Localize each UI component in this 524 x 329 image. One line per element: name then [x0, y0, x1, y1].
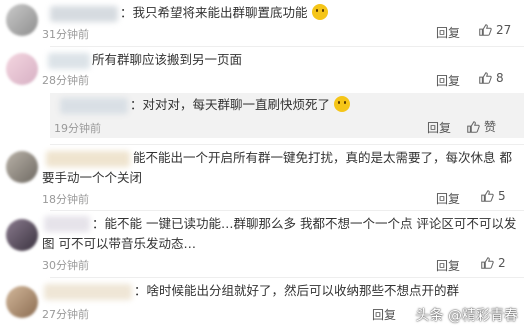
like-button[interactable]: 5 — [480, 189, 506, 203]
username[interactable] — [44, 284, 132, 300]
comment-text: 所有群聊应该搬到另一页面 — [92, 52, 243, 67]
comment-item: 所有群聊应该搬到另一页面 28分钟前 回复 8 — [0, 47, 524, 95]
like-count: 2 — [498, 256, 506, 270]
thumb-up-icon — [479, 24, 492, 36]
reply-button[interactable]: 回复 — [436, 190, 460, 207]
smile-emoji-icon — [311, 4, 328, 20]
comment-text: ：啥时候能出分组就好了，然后可以收纳那些不想点开的群 — [134, 283, 460, 298]
comment-text-line2: 图 可不可以带音乐发动态… — [42, 236, 196, 251]
laugh-cry-emoji-icon — [334, 96, 351, 112]
like-label: 赞 — [484, 120, 497, 134]
comment-item: ：能不能 一键已读功能…群聊那么多 我都不想一个一个点 评论区可不可以发 图 可… — [0, 211, 524, 275]
username[interactable] — [48, 53, 90, 69]
avatar[interactable] — [6, 286, 38, 318]
sub-reply: ：对对对，每天群聊一直刷快烦死了 19分钟前 回复 赞 — [50, 93, 524, 138]
comment-time: 31分钟前 — [42, 28, 89, 41]
comment-text-line1: 能不能出一个开启所有群一键免打扰，真的是太需要了，每次休息 都 — [133, 150, 512, 165]
reply-button[interactable]: 回复 — [436, 257, 460, 274]
like-count: 5 — [498, 189, 506, 203]
thumb-up-icon — [481, 257, 494, 269]
avatar[interactable] — [6, 4, 38, 36]
reply-button[interactable]: 回复 — [427, 119, 451, 136]
watermark: 头条 @精彩青春 — [415, 308, 518, 324]
comment-time: 27分钟前 — [42, 308, 89, 321]
comment-text-line1: ：能不能 一键已读功能…群聊那么多 我都不想一个一个点 评论区可不可以发 — [92, 216, 517, 231]
avatar[interactable] — [6, 53, 38, 85]
username[interactable] — [44, 216, 90, 232]
comment-text-line2: 要手动一个个关闭 — [42, 170, 143, 185]
thumb-up-icon — [467, 120, 480, 133]
reply-button[interactable]: 回复 — [436, 24, 460, 41]
username[interactable] — [46, 151, 130, 167]
like-button[interactable]: 2 — [480, 256, 506, 270]
like-count: 8 — [496, 71, 504, 85]
reply-button[interactable]: 回复 — [436, 72, 460, 89]
like-count: 27 — [496, 23, 512, 37]
comment-text: ：对对对，每天群聊一直刷快烦死了 — [130, 95, 351, 115]
like-button[interactable]: 赞 — [466, 118, 496, 135]
reply-button[interactable]: 回复 — [372, 306, 396, 323]
thumb-up-icon — [481, 190, 494, 202]
username[interactable] — [60, 98, 128, 114]
comment-time: 28分钟前 — [42, 74, 89, 87]
avatar[interactable] — [6, 219, 38, 251]
comment-time: 18分钟前 — [42, 193, 89, 206]
comment-text: ：我只希望将来能出群聊置底功能 — [120, 3, 328, 23]
comment-item: ：我只希望将来能出群聊置底功能 31分钟前 回复 27 — [0, 0, 524, 46]
avatar[interactable] — [6, 151, 38, 183]
comment-item: 能不能出一个开启所有群一键免打扰，真的是太需要了，每次休息 都 要手动一个个关闭… — [0, 145, 524, 209]
username[interactable] — [50, 6, 118, 22]
like-button[interactable]: 27 — [478, 23, 511, 37]
comment-time: 19分钟前 — [54, 122, 101, 135]
comment-time: 30分钟前 — [42, 259, 89, 272]
thumb-up-icon — [479, 72, 492, 84]
like-button[interactable]: 8 — [478, 71, 504, 85]
